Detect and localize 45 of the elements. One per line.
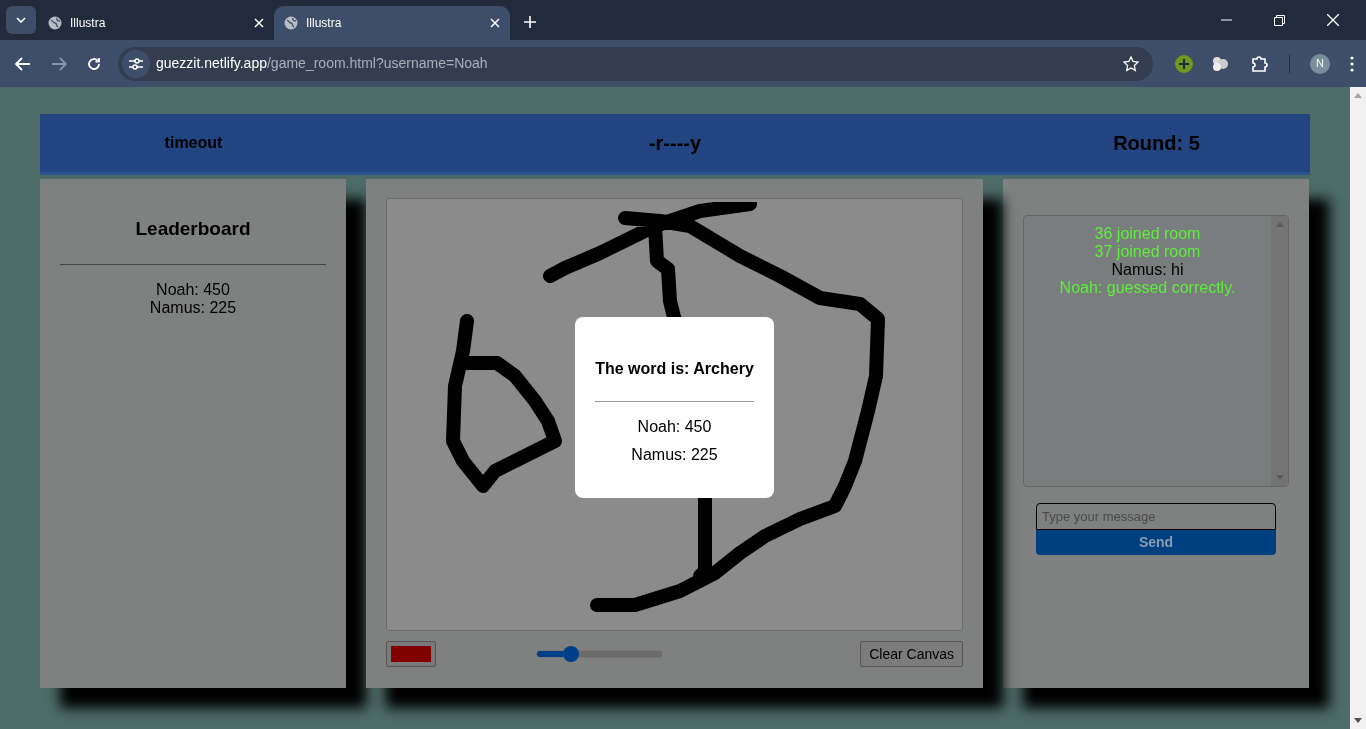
- page-scrollbar[interactable]: [1350, 87, 1366, 729]
- chat-message: Noah: guessed correctly.: [1059, 279, 1236, 297]
- close-icon[interactable]: [254, 18, 264, 28]
- tab-search-button[interactable]: [6, 6, 36, 34]
- close-icon[interactable]: [1327, 14, 1339, 26]
- slider-fill: [537, 651, 563, 657]
- score-entry: Namus: 225: [631, 446, 718, 464]
- leaderboard-entry: Namus: 225: [149, 298, 237, 317]
- back-arrow-icon[interactable]: [15, 56, 31, 71]
- address-bar[interactable]: guezzit.netlify.app/game_room.html?username=Noah: [117, 46, 1154, 81]
- plus-icon: [524, 16, 536, 28]
- clear-canvas-button[interactable]: Clear Canvas: [860, 641, 963, 667]
- globe-icon: [284, 16, 298, 30]
- extension-plus-icon[interactable]: [1175, 54, 1194, 73]
- chat-message: 37 joined room: [1094, 243, 1201, 261]
- tab-title: Illustra: [70, 15, 107, 32]
- chat-message: 36 joined room: [1094, 225, 1201, 243]
- reload-icon[interactable]: [86, 56, 101, 71]
- menu-icon[interactable]: [1350, 55, 1354, 72]
- color-picker[interactable]: [386, 641, 436, 667]
- send-button[interactable]: Send: [1036, 530, 1276, 555]
- tab-title: Illustra: [306, 15, 343, 32]
- globe-icon: [48, 16, 62, 30]
- leaderboard-entry: Noah: 450: [156, 280, 230, 299]
- browser-tab[interactable]: Illustra: [38, 6, 274, 40]
- brush-size-slider[interactable]: [536, 646, 663, 662]
- scroll-down-icon[interactable]: [1354, 718, 1362, 723]
- word-hint: -r----y: [647, 131, 703, 156]
- url-text: guezzit.netlify.app/game_room.html?username=Noah: [155, 54, 488, 73]
- timer-text: timeout: [163, 133, 224, 153]
- chevron-down-icon: [16, 17, 26, 23]
- round-counter: Round: 5: [1112, 131, 1201, 156]
- puzzle-icon[interactable]: [1251, 54, 1269, 73]
- extension-blob-icon[interactable]: [1211, 55, 1230, 72]
- close-icon[interactable]: [490, 18, 500, 28]
- forward-arrow-icon[interactable]: [51, 56, 67, 71]
- score-entry: Noah: 450: [637, 418, 712, 436]
- slider-thumb[interactable]: [562, 646, 579, 662]
- star-icon[interactable]: [1123, 55, 1140, 72]
- chat-message: Namus: hi: [1111, 261, 1184, 279]
- restore-icon[interactable]: [1274, 14, 1285, 26]
- dialog-title: The word is: Archery: [595, 359, 754, 379]
- leaderboard-title: Leaderboard: [134, 217, 252, 241]
- browser-tab[interactable]: Illustra: [274, 6, 510, 40]
- site-settings-icon[interactable]: [128, 57, 143, 70]
